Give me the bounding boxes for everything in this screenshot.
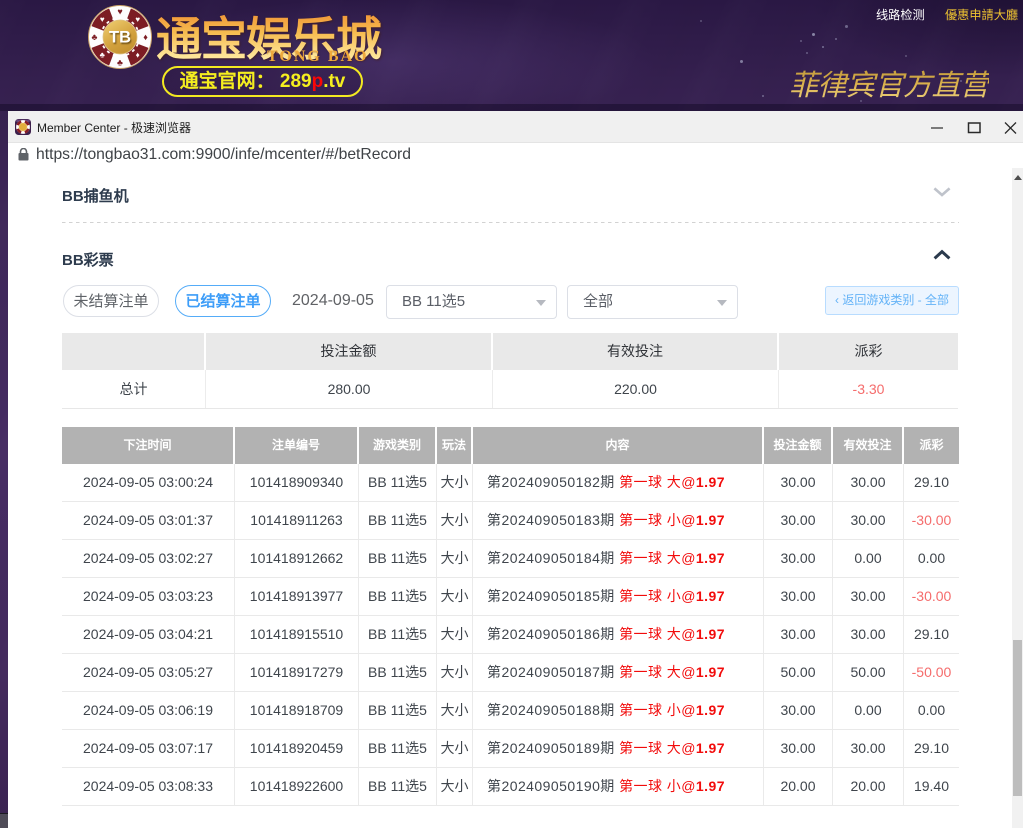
svg-text:♣: ♣ [92, 32, 98, 42]
svg-text:♥: ♥ [117, 7, 122, 17]
svg-text:♣: ♣ [100, 51, 106, 60]
svg-text:♥: ♥ [135, 15, 140, 24]
svg-text:♦: ♦ [136, 51, 140, 60]
svg-text:♣: ♣ [117, 58, 123, 68]
svg-text:TB: TB [109, 29, 131, 47]
svg-text:♦: ♦ [143, 32, 148, 42]
svg-text:♥: ♥ [100, 15, 105, 24]
